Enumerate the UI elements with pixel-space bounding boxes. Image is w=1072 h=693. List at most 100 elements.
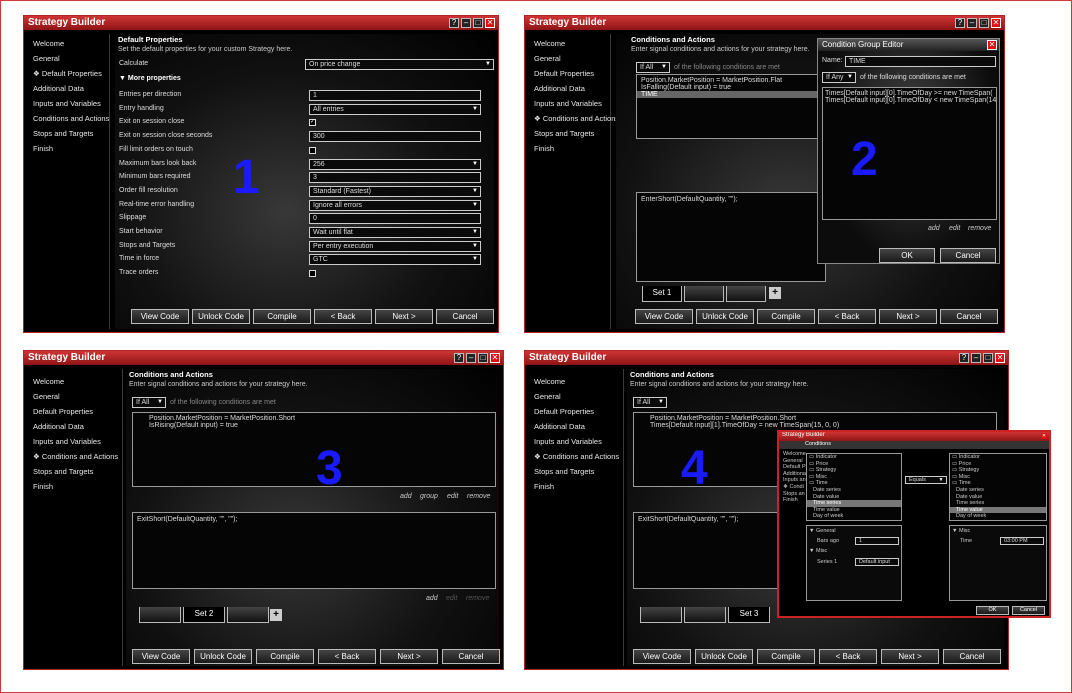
tab-blank[interactable] bbox=[684, 286, 724, 302]
nav-general[interactable]: General bbox=[528, 51, 610, 66]
nav-item[interactable]: Default P bbox=[781, 464, 806, 471]
maximize-icon[interactable]: □ bbox=[983, 353, 993, 363]
cancel-button[interactable]: Cancel bbox=[436, 309, 494, 324]
unlock-code-button[interactable]: Unlock Code bbox=[194, 649, 252, 664]
help-icon[interactable]: ? bbox=[959, 353, 969, 363]
tree-item[interactable]: Day of week bbox=[807, 513, 901, 520]
cancel-button[interactable]: Cancel bbox=[1012, 606, 1045, 615]
tree-item[interactable]: Date series bbox=[950, 487, 1046, 494]
compile-button[interactable]: Compile bbox=[757, 309, 815, 324]
tree-item[interactable]: Date series bbox=[807, 487, 901, 494]
property-checkbox[interactable] bbox=[309, 270, 316, 278]
if-all-select[interactable]: If All ▼ bbox=[636, 62, 670, 73]
tree-item[interactable]: ▭ Price bbox=[950, 461, 1046, 468]
condition-item[interactable]: IsRising(Default input) = true bbox=[133, 422, 495, 429]
back-button[interactable]: < Back bbox=[818, 309, 876, 324]
nav-default-properties[interactable]: Default Properties bbox=[528, 404, 623, 419]
group-link[interactable]: group bbox=[420, 493, 438, 500]
more-properties-toggle[interactable]: ▼ More properties bbox=[119, 75, 181, 82]
view-code-button[interactable]: View Code bbox=[635, 309, 693, 324]
add-set-icon[interactable]: + bbox=[270, 609, 282, 621]
property-select[interactable]: Standard (Fastest) ▼ bbox=[309, 185, 481, 197]
tree-item[interactable]: ▭ Misc bbox=[807, 474, 901, 481]
tree-item[interactable]: ▭ Time bbox=[807, 480, 901, 487]
nav-additional-data[interactable]: Additional Data bbox=[27, 81, 109, 96]
nav-general[interactable]: General bbox=[528, 389, 623, 404]
edit-link[interactable]: edit bbox=[949, 225, 960, 232]
property-input[interactable]: 0 bbox=[309, 213, 481, 225]
add-link[interactable]: add bbox=[426, 595, 438, 602]
view-code-button[interactable]: View Code bbox=[132, 649, 190, 664]
nav-additional-data[interactable]: Additional Data bbox=[27, 419, 122, 434]
remove-link[interactable]: remove bbox=[467, 493, 490, 500]
condition-item[interactable]: Times[Default input][0].TimeOfDay >= new… bbox=[823, 90, 996, 97]
property-select[interactable]: GTC ▼ bbox=[309, 254, 481, 266]
nav-item[interactable]: ❖ Condi bbox=[781, 484, 805, 491]
remove-link[interactable]: remove bbox=[968, 225, 991, 232]
back-button[interactable]: < Back bbox=[314, 309, 372, 324]
close-icon[interactable]: ✕ bbox=[995, 353, 1005, 363]
cancel-button[interactable]: Cancel bbox=[940, 309, 998, 324]
nav-finish[interactable]: Finish bbox=[27, 141, 109, 156]
edit-link[interactable]: edit bbox=[447, 493, 458, 500]
unlock-code-button[interactable]: Unlock Code bbox=[696, 309, 754, 324]
name-input[interactable]: TIME bbox=[845, 56, 996, 67]
close-icon[interactable]: ✕ bbox=[1041, 433, 1047, 439]
tree-item[interactable]: Date value bbox=[950, 494, 1046, 501]
nav-default-properties[interactable]: Default Properties bbox=[528, 66, 610, 81]
nav-item[interactable]: Inputs an bbox=[781, 477, 806, 484]
time-input[interactable]: 03:00 PM bbox=[1000, 537, 1044, 545]
tab-blank[interactable] bbox=[227, 607, 269, 623]
help-icon[interactable]: ? bbox=[454, 353, 464, 363]
condition-item[interactable]: Position.MarketPosition = MarketPosition… bbox=[637, 77, 825, 84]
conditions-list[interactable]: Position.MarketPosition = MarketPosition… bbox=[636, 74, 826, 139]
tree-item[interactable]: Time value bbox=[807, 507, 901, 514]
cancel-button[interactable]: Cancel bbox=[943, 649, 1001, 664]
next-button[interactable]: Next > bbox=[881, 649, 939, 664]
condition-item[interactable]: Times[Default input][0].TimeOfDay < new … bbox=[823, 97, 996, 104]
nav-welcome[interactable]: Welcome bbox=[528, 36, 610, 51]
calculate-select[interactable]: On price change ▼ bbox=[305, 59, 494, 70]
actions-list[interactable]: EnterShort(DefaultQuantity, ""); bbox=[636, 192, 826, 282]
nav-finish[interactable]: Finish bbox=[27, 479, 122, 494]
actions-list[interactable]: ExitShort(DefaultQuantity, "", ""); bbox=[132, 512, 496, 589]
property-select[interactable]: Per entry execution ▼ bbox=[309, 240, 481, 252]
nav-item[interactable]: Finish bbox=[781, 497, 805, 504]
property-checkbox[interactable]: ✓ bbox=[309, 119, 316, 127]
nav-stops-targets[interactable]: Stops and Targets bbox=[528, 126, 610, 141]
conditions-list[interactable]: Position.MarketPosition = MarketPosition… bbox=[132, 412, 496, 487]
nav-inputs-variables[interactable]: Inputs and Variables bbox=[27, 434, 122, 449]
next-button[interactable]: Next > bbox=[879, 309, 937, 324]
condition-item[interactable]: IsFalling(Default input) = true bbox=[637, 84, 825, 91]
nav-inputs-variables[interactable]: Inputs and Variables bbox=[528, 96, 610, 111]
property-select[interactable]: Wait until flat ▼ bbox=[309, 227, 481, 238]
nav-conditions-actions[interactable]: ❖ Conditions and Actions bbox=[528, 449, 623, 464]
minimize-icon[interactable]: – bbox=[971, 353, 981, 363]
tree-item[interactable]: Time series bbox=[807, 500, 901, 507]
nav-welcome[interactable]: Welcome bbox=[528, 374, 623, 389]
tab-set-2[interactable]: Set 2 bbox=[183, 607, 225, 623]
tree-item[interactable]: ▭ Strategy bbox=[950, 467, 1046, 474]
nav-general[interactable]: General bbox=[27, 389, 122, 404]
tab-set-3[interactable]: Set 3 bbox=[728, 607, 770, 623]
tree-item[interactable]: ▭ Price bbox=[807, 461, 901, 468]
nav-additional-data[interactable]: Additional Data bbox=[528, 81, 610, 96]
add-set-icon[interactable]: + bbox=[769, 287, 781, 299]
compile-button[interactable]: Compile bbox=[253, 309, 311, 324]
view-code-button[interactable]: View Code bbox=[633, 649, 691, 664]
nav-stops-targets[interactable]: Stops and Targets bbox=[528, 464, 623, 479]
close-icon[interactable]: ✕ bbox=[485, 18, 495, 28]
action-item[interactable]: ExitShort(DefaultQuantity, "", ""); bbox=[133, 516, 495, 523]
tree-item[interactable]: ▭ Indicator bbox=[950, 454, 1046, 461]
tab-blank[interactable] bbox=[726, 286, 766, 302]
remove-link[interactable]: remove bbox=[466, 595, 489, 602]
add-link[interactable]: add bbox=[928, 225, 940, 232]
next-button[interactable]: Next > bbox=[380, 649, 438, 664]
nav-item[interactable]: Stops an bbox=[781, 491, 805, 498]
tree-item[interactable]: Time series bbox=[950, 500, 1046, 507]
property-input[interactable]: 300 bbox=[309, 131, 481, 143]
condition-item[interactable]: Position.MarketPosition = MarketPosition… bbox=[634, 415, 996, 422]
condition-item[interactable]: Position.MarketPosition = MarketPosition… bbox=[133, 415, 495, 422]
unlock-code-button[interactable]: Unlock Code bbox=[192, 309, 250, 324]
nav-item[interactable]: General bbox=[781, 458, 805, 465]
